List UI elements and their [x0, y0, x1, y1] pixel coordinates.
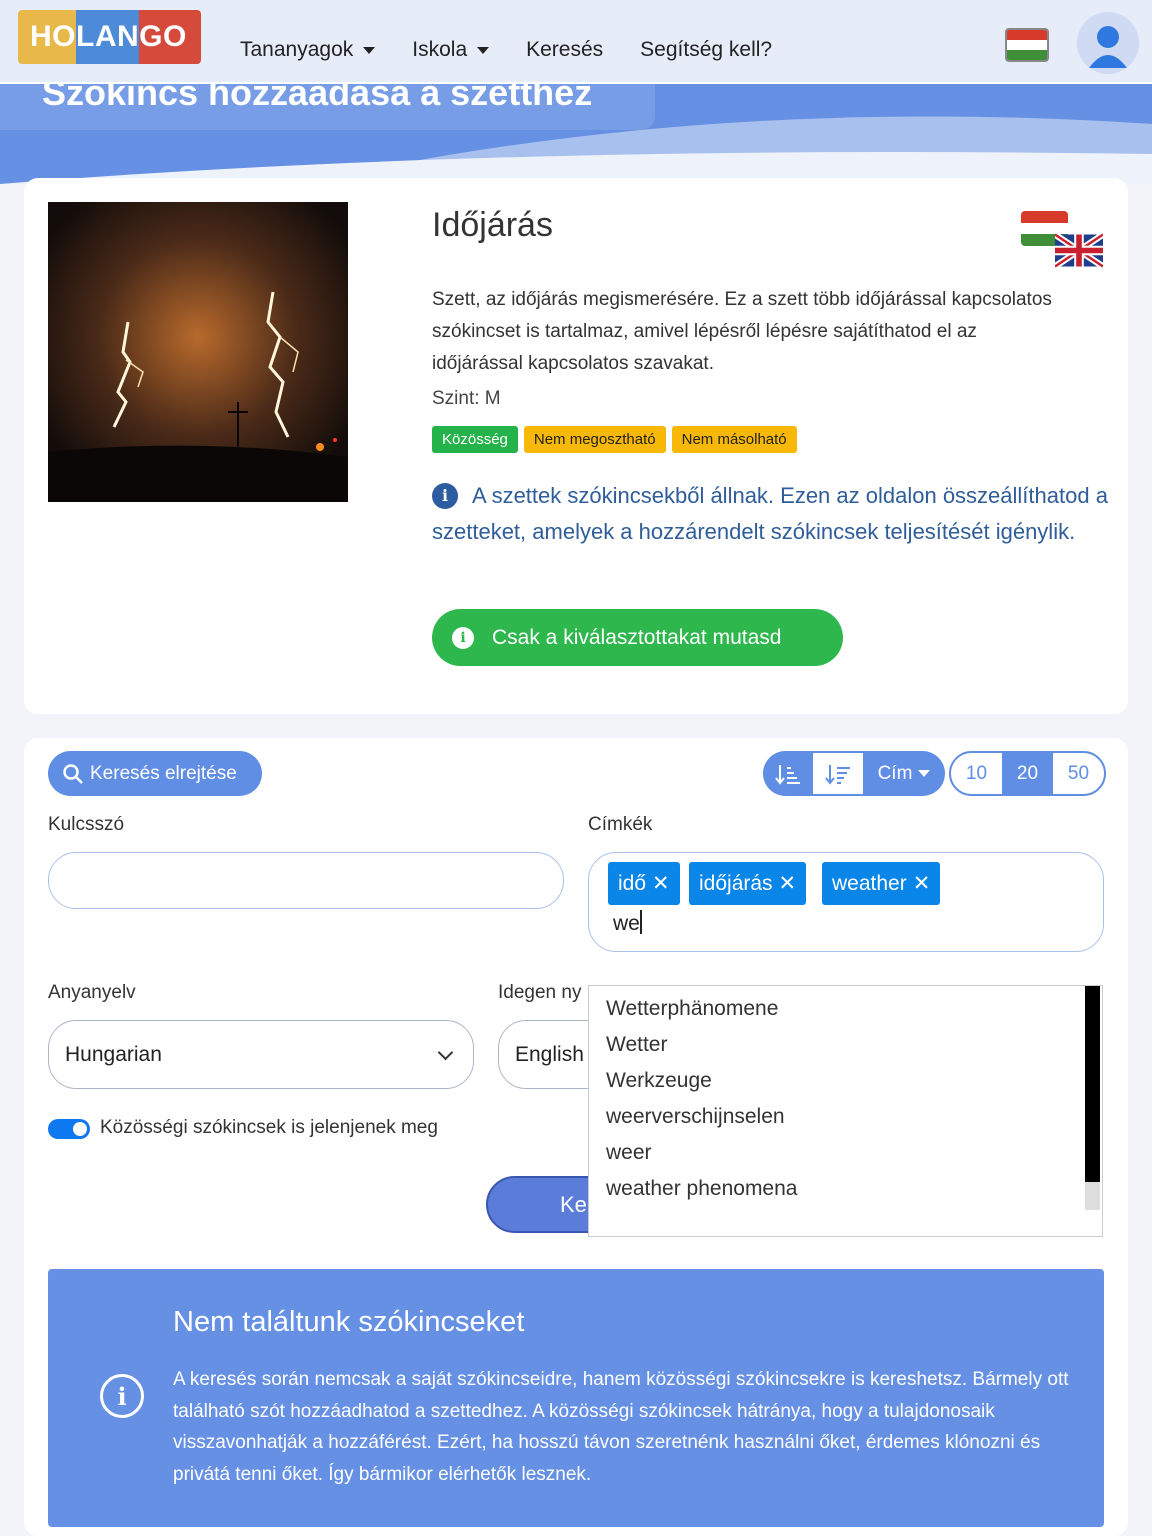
- set-info-message: iA szettek szókincsekből állnak. Ezen az…: [432, 478, 1112, 550]
- info-icon: i: [432, 483, 458, 509]
- badge-community: Közösség: [432, 426, 518, 453]
- native-language-value: Hungarian: [65, 1042, 162, 1066]
- flag-uk-icon: [1055, 232, 1103, 269]
- show-selected-label: Csak a kiválasztottakat mutasd: [492, 625, 782, 649]
- foreign-language-value: English: [515, 1042, 584, 1066]
- native-language-select[interactable]: Hungarian: [48, 1020, 474, 1089]
- text-cursor: [639, 910, 642, 934]
- info-message-text: A szettek szókincsekből állnak. Ezen az …: [432, 483, 1108, 544]
- tags-label: Címkék: [588, 814, 653, 835]
- sort-descending-button[interactable]: [813, 751, 863, 796]
- page-size-10[interactable]: 10: [951, 753, 1002, 794]
- keyword-input[interactable]: [48, 852, 564, 909]
- set-title: Időjárás: [432, 206, 553, 244]
- dropdown-scrollbar-track[interactable]: [1085, 986, 1100, 1182]
- tag-chip: idő ✕: [608, 862, 680, 905]
- badge-not-copyable: Nem másolható: [671, 426, 797, 453]
- keyword-label: Kulcsszó: [48, 814, 125, 835]
- show-selected-button[interactable]: i Csak a kiválasztottakat mutasd: [432, 609, 843, 666]
- hide-search-label: Keresés elrejtése: [90, 762, 237, 784]
- nav-item-label: Segítség kell?: [640, 38, 773, 61]
- sort-field-dropdown[interactable]: Cím: [863, 751, 945, 796]
- nav-item-label: Iskola: [412, 38, 468, 61]
- tag-chip: időjárás ✕: [689, 862, 807, 905]
- nav-item-label: Keresés: [526, 38, 604, 61]
- caret-down-icon: [477, 46, 490, 54]
- page-size-20[interactable]: 20: [1002, 753, 1053, 794]
- sort-field-label: Cím: [877, 762, 913, 784]
- remove-tag-icon[interactable]: ✕: [652, 871, 670, 896]
- chevron-down-icon: [437, 1044, 454, 1061]
- hide-search-button[interactable]: Keresés elrejtése: [48, 751, 262, 796]
- tag-autocomplete-dropdown: Wetterphänomene Wetter Werkzeuge weerver…: [588, 985, 1103, 1237]
- autocomplete-option[interactable]: Wetter: [606, 1033, 667, 1057]
- nav-item-iskola[interactable]: Iskola: [412, 38, 490, 62]
- set-badges: Közösség Nem megosztható Nem másolható: [432, 426, 797, 453]
- set-image: [48, 202, 348, 502]
- autocomplete-option[interactable]: Werkzeuge: [606, 1069, 712, 1093]
- lightning-storm-image: [48, 202, 348, 502]
- sort-descending-icon: [825, 764, 850, 785]
- page-size-selector: 10 20 50: [949, 751, 1106, 796]
- autocomplete-option[interactable]: weer: [606, 1141, 652, 1165]
- main-menu: Tananyagok Iskola Keresés Segítség kell?: [240, 38, 809, 62]
- autocomplete-option[interactable]: weerverschijnselen: [606, 1105, 785, 1129]
- flag-hungary-icon[interactable]: [1005, 28, 1049, 62]
- sort-ascending-icon: [775, 764, 800, 785]
- alert-body: A keresés során nemcsak a saját szókincs…: [173, 1369, 1069, 1485]
- logo-part-2: LAN: [76, 10, 140, 64]
- page-title: Szókincs hozzáadása a szetthez: [42, 84, 593, 113]
- set-description: Szett, az időjárás megismerésére. Ez a s…: [432, 289, 1052, 374]
- community-toggle-label: Közösségi szókincsek is jelenjenek meg: [100, 1117, 438, 1138]
- tag-input-value: we: [613, 912, 640, 935]
- tag-label: weather: [832, 871, 907, 895]
- remove-tag-icon[interactable]: ✕: [913, 871, 931, 896]
- top-navbar: HO LAN GO Tananyagok Iskola Keresés Segí…: [0, 0, 1152, 84]
- alert-title: Nem találtunk szókincseket: [173, 1306, 525, 1338]
- tag-label: időjárás: [699, 871, 773, 895]
- autocomplete-option[interactable]: weather phenomena: [606, 1177, 797, 1201]
- nav-item-tananyagok[interactable]: Tananyagok: [240, 38, 376, 62]
- search-button-label: Ke: [560, 1191, 587, 1217]
- sort-ascending-button[interactable]: [763, 751, 813, 796]
- page-size-50[interactable]: 50: [1053, 753, 1104, 794]
- foreign-language-label: Idegen ny: [498, 982, 582, 1003]
- set-level: Szint: M: [432, 388, 501, 409]
- user-avatar[interactable]: [1077, 12, 1139, 74]
- sort-controls: Cím: [763, 751, 945, 796]
- badge-not-shareable: Nem megosztható: [523, 426, 666, 453]
- search-icon: [63, 763, 83, 784]
- logo-part-1: HO: [18, 10, 76, 64]
- dropdown-scrollbar-thumb[interactable]: [1085, 1182, 1100, 1210]
- community-toggle[interactable]: [48, 1119, 90, 1139]
- user-icon: [1089, 26, 1127, 68]
- nav-item-label: Tananyagok: [240, 38, 354, 61]
- nav-item-segitseg[interactable]: Segítség kell?: [640, 38, 772, 62]
- autocomplete-option[interactable]: Wetterphänomene: [606, 997, 778, 1021]
- native-language-label: Anyanyelv: [48, 982, 136, 1003]
- caret-down-icon: [918, 770, 931, 777]
- info-icon: i: [452, 626, 474, 649]
- nav-item-kereses[interactable]: Keresés: [526, 38, 603, 62]
- tag-typed-text[interactable]: we: [613, 910, 642, 936]
- caret-down-icon: [363, 46, 376, 54]
- page-banner: Szókincs hozzáadása a szetthez: [0, 84, 1152, 184]
- info-icon: i: [100, 1374, 144, 1418]
- tag-label: idő: [618, 871, 647, 895]
- logo-part-3: GO: [139, 10, 201, 64]
- tag-chip: weather ✕: [822, 862, 941, 905]
- holango-logo[interactable]: HO LAN GO: [18, 10, 201, 64]
- remove-tag-icon[interactable]: ✕: [779, 871, 797, 896]
